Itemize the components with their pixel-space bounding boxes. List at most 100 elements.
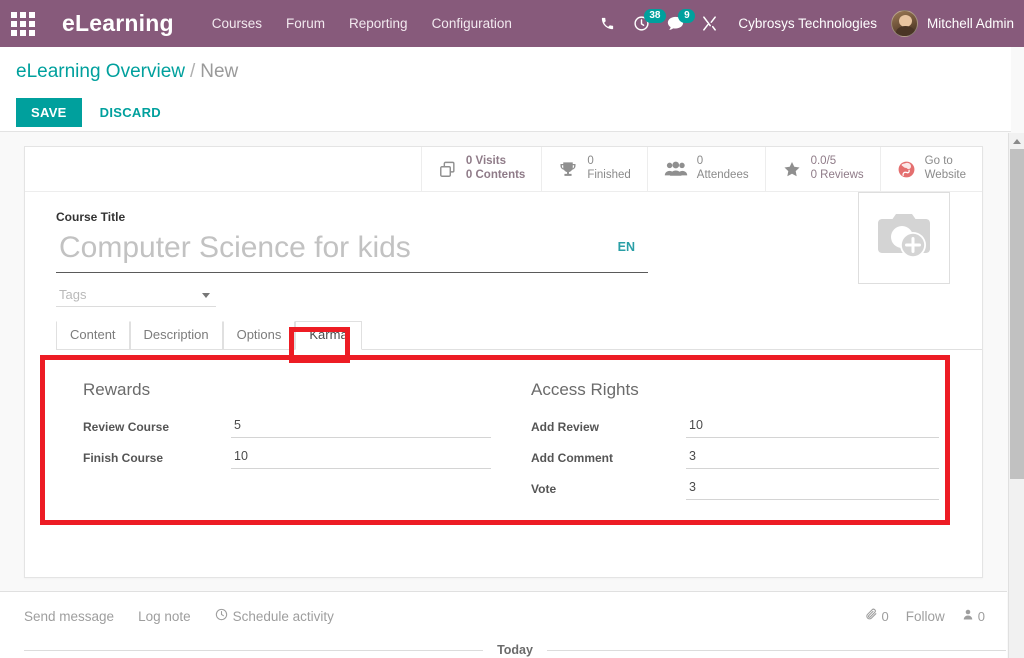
rewards-group: Rewards Review Course Finish Course (83, 380, 491, 510)
trophy-icon (558, 160, 578, 179)
debug-tools-icon[interactable] (692, 0, 726, 47)
tab-karma[interactable]: Karma (295, 321, 362, 350)
stat-button-go-to-website[interactable]: Go to Website (879, 147, 982, 191)
stat-button-visits-contents[interactable]: 0 Visits 0 Contents (420, 147, 541, 191)
tab-content[interactable]: Content (56, 321, 130, 349)
course-title-label: Course Title (56, 210, 126, 224)
stat-text: 0 Finished (587, 155, 630, 183)
phone-icon[interactable] (590, 0, 624, 47)
title-input-wrap: EN (56, 231, 648, 273)
label-vote: Vote (531, 482, 557, 496)
stat-text: 0 Visits 0 Contents (466, 155, 525, 183)
stat-text: 0 Attendees (697, 155, 749, 183)
company-switcher[interactable]: Cybrosys Technologies (738, 16, 877, 31)
discard-button[interactable]: DISCARD (90, 98, 171, 127)
odoo-elearning-course-form: eLearning Courses Forum Reporting Config… (0, 0, 1024, 658)
user-icon (962, 608, 974, 624)
stat-buttons-row: 0 Visits 0 Contents 0 Finished 0 Attende… (25, 147, 982, 192)
language-badge-en[interactable]: EN (618, 240, 635, 254)
input-add-comment[interactable] (686, 448, 939, 469)
today-label: Today (497, 643, 533, 657)
user-name-label: Mitchell Admin (926, 16, 1014, 31)
breadcrumb-separator: / (189, 61, 196, 82)
label-review-course: Review Course (83, 420, 170, 434)
activity-clock-icon[interactable]: 38 (624, 0, 666, 47)
menu-configuration[interactable]: Configuration (432, 16, 512, 31)
stat-button-reviews[interactable]: 0.0/5 0 Reviews (764, 147, 880, 191)
clock-icon (215, 608, 228, 624)
stat-line2: 0 Reviews (810, 169, 864, 181)
title-column: Course Title EN (56, 210, 648, 307)
followers-counter[interactable]: 0 (962, 608, 985, 624)
input-finish-course[interactable] (231, 448, 491, 469)
control-panel-buttons: SAVE DISCARD (16, 98, 1011, 127)
course-title-input[interactable] (56, 231, 648, 273)
label-finish-course: Finish Course (83, 451, 164, 465)
tab-options[interactable]: Options (222, 321, 296, 349)
chatter-right-tools: 0 Follow 0 (865, 608, 985, 624)
access-rights-group: Access Rights Add Review Add Comment Vot… (531, 380, 939, 510)
field-row-add-comment: Add Comment (531, 448, 939, 469)
field-row-review-course: Review Course (83, 417, 491, 438)
notebook: Content Description Options Karma Reward… (25, 321, 982, 510)
schedule-activity-button[interactable]: Schedule activity (215, 608, 334, 624)
paperclip-icon (865, 608, 878, 624)
sheet-header-block: Course Title EN (25, 192, 982, 307)
stat-text: Go to Website (925, 155, 966, 183)
vertical-scrollbar[interactable] (1008, 133, 1024, 658)
label-add-review: Add Review (531, 420, 600, 434)
stat-line2: Attendees (696, 169, 749, 181)
schedule-activity-label: Schedule activity (232, 608, 334, 624)
scrollbar-thumb[interactable] (1010, 149, 1024, 479)
stat-button-attendees[interactable]: 0 Attendees (646, 147, 765, 191)
top-navbar: eLearning Courses Forum Reporting Config… (0, 0, 1024, 47)
scroll-up-arrow-icon[interactable] (1009, 133, 1024, 149)
navbar-right-tools: 38 9 Cybrosys Technologies Mitchell Admi… (590, 0, 1024, 47)
tags-input[interactable] (56, 287, 216, 307)
course-image-upload[interactable] (858, 192, 950, 284)
menu-courses[interactable]: Courses (212, 16, 262, 31)
user-menu[interactable]: Mitchell Admin (890, 10, 1014, 37)
input-add-review[interactable] (686, 417, 939, 438)
apps-menu-button[interactable] (0, 0, 46, 47)
stat-line1: Go to (924, 155, 953, 168)
input-review-course[interactable] (231, 417, 491, 438)
send-message-button[interactable]: Send message (24, 609, 114, 624)
followers-count: 0 (977, 608, 985, 624)
stat-line1: 0 (696, 155, 704, 168)
stat-line2: Website (924, 169, 966, 181)
chatter-toolbar: Send message Log note Schedule activity … (24, 608, 985, 624)
rewards-title: Rewards (83, 380, 151, 399)
title-row: Course Title EN (56, 192, 958, 307)
app-brand-elearning[interactable]: eLearning (62, 10, 174, 37)
follow-button[interactable]: Follow (906, 609, 945, 624)
menu-reporting[interactable]: Reporting (349, 16, 408, 31)
stat-line1: 0.0/5 (810, 155, 837, 168)
chevron-down-icon[interactable] (202, 293, 210, 298)
field-row-finish-course: Finish Course (83, 448, 491, 469)
field-row-vote: Vote (531, 479, 939, 500)
chatter-today-divider: Today (24, 643, 1007, 657)
form-sheet: 0 Visits 0 Contents 0 Finished 0 Attende… (24, 146, 983, 578)
messages-icon[interactable]: 9 (658, 0, 696, 47)
menu-forum[interactable]: Forum (286, 16, 325, 31)
stat-button-finished[interactable]: 0 Finished (541, 147, 646, 191)
divider-line-left (24, 649, 484, 651)
karma-tab-page: Rewards Review Course Finish Course Acce… (56, 350, 982, 510)
divider-line-right (546, 649, 1007, 651)
attendees-icon (664, 160, 688, 178)
breadcrumb-current-new: New (200, 61, 239, 82)
label-add-comment: Add Comment (531, 451, 613, 465)
attachments-counter[interactable]: 0 (865, 608, 889, 624)
log-note-button[interactable]: Log note (138, 609, 191, 624)
stat-line1: 0 (587, 155, 594, 168)
stat-line2: Finished (587, 169, 631, 181)
input-vote[interactable] (686, 479, 939, 500)
tab-description[interactable]: Description (129, 321, 223, 349)
notebook-tabs: Content Description Options Karma (56, 321, 982, 350)
control-panel: eLearning Overview / New SAVE DISCARD (0, 47, 1011, 132)
save-button[interactable]: SAVE (16, 98, 82, 127)
breadcrumb: eLearning Overview / New (16, 61, 1011, 83)
stat-text: 0.0/5 0 Reviews (811, 155, 864, 183)
breadcrumb-elearning-overview[interactable]: eLearning Overview (16, 61, 185, 82)
